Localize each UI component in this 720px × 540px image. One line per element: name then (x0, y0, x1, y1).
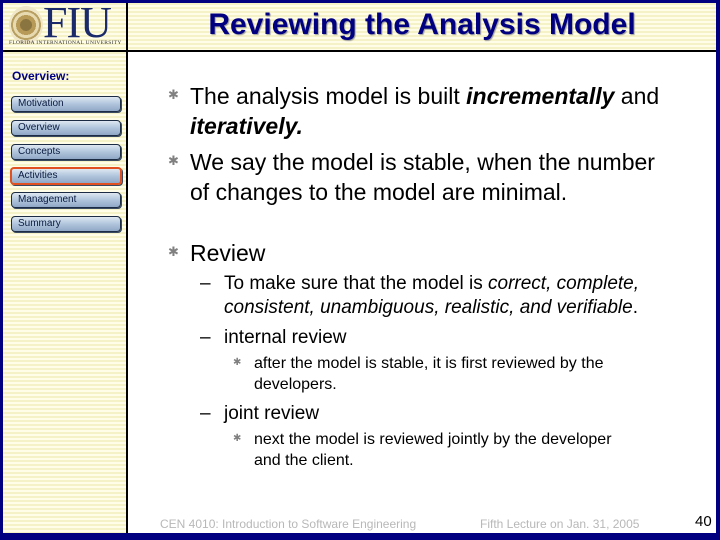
emphasis-iteratively: iteratively. (190, 113, 303, 139)
footer-course: CEN 4010: Introduction to Software Engin… (160, 517, 417, 531)
bullet-3-review: Review (190, 240, 266, 266)
joint-review-detail-line-1: next the model is reviewed jointly by th… (254, 431, 612, 448)
text-run: To make sure that the model is (224, 273, 489, 294)
nav-button-motivation[interactable]: Motivation (11, 96, 121, 112)
nav-button-activities[interactable]: Activities (10, 167, 122, 185)
review-sub-1-line-2: consistent, unambiguous, realistic, and … (224, 296, 638, 320)
bullet-asterisk-icon: ✱ (168, 244, 179, 259)
slide: FIU FLORIDA INTERNATIONAL UNIVERSITY Rev… (3, 3, 716, 533)
logo-subtext: FLORIDA INTERNATIONAL UNIVERSITY (9, 40, 122, 46)
nav-button-management[interactable]: Management (11, 192, 121, 208)
slide-header: FIU FLORIDA INTERNATIONAL UNIVERSITY Rev… (3, 3, 716, 52)
bullet-1-line-2: iteratively. (190, 111, 303, 141)
bullet-asterisk-icon: ✱ (168, 153, 179, 168)
nav-button-summary[interactable]: Summary (11, 216, 121, 232)
dash-icon: – (200, 327, 211, 348)
bullet-asterisk-icon: ✱ (168, 87, 179, 102)
logo-text: FIU (43, 3, 112, 47)
dash-icon: – (200, 403, 211, 424)
bullet-asterisk-icon: ✱ (233, 433, 242, 444)
slide-title: Reviewing the Analysis Model (208, 8, 636, 41)
slide-content: ✱ The analysis model is built incrementa… (128, 52, 716, 533)
emphasis-qualities: correct, complete, (488, 273, 640, 294)
university-seal-icon (9, 6, 43, 44)
sidebar-title: Overview: (12, 69, 70, 83)
internal-review-detail-line-1: after the model is stable, it is first r… (254, 355, 604, 372)
bullet-2-line-2: of changes to the model are minimal. (190, 179, 568, 205)
page-number: 40 (695, 513, 712, 530)
text-run: and (614, 83, 660, 109)
text-run: . (632, 297, 639, 318)
footer-lecture: Fifth Lecture on Jan. 31, 2005 (480, 517, 640, 531)
bullet-2-line-1: We say the model is stable, when the num… (190, 149, 655, 175)
emphasis-qualities: consistent, unambiguous, realistic, and … (224, 297, 633, 318)
nav-button-overview[interactable]: Overview (11, 120, 121, 136)
fiu-logo: FIU FLORIDA INTERNATIONAL UNIVERSITY (3, 3, 128, 50)
bullet-1-line-1: The analysis model is built incrementall… (190, 81, 659, 111)
review-sub-2-internal: internal review (224, 327, 347, 348)
dash-icon: – (200, 273, 211, 294)
review-sub-3-joint: joint review (224, 403, 320, 424)
internal-review-detail-line-2: developers. (254, 376, 337, 393)
nav-button-concepts[interactable]: Concepts (11, 144, 121, 160)
joint-review-detail-line-2: and the client. (254, 452, 354, 469)
text-run: The analysis model is built (190, 83, 467, 109)
sidebar: Overview: Motivation Overview Concepts A… (3, 52, 128, 533)
review-sub-1-line-1: To make sure that the model is correct, … (224, 272, 639, 296)
emphasis-incrementally: incrementally (466, 83, 615, 109)
bullet-asterisk-icon: ✱ (233, 357, 242, 368)
